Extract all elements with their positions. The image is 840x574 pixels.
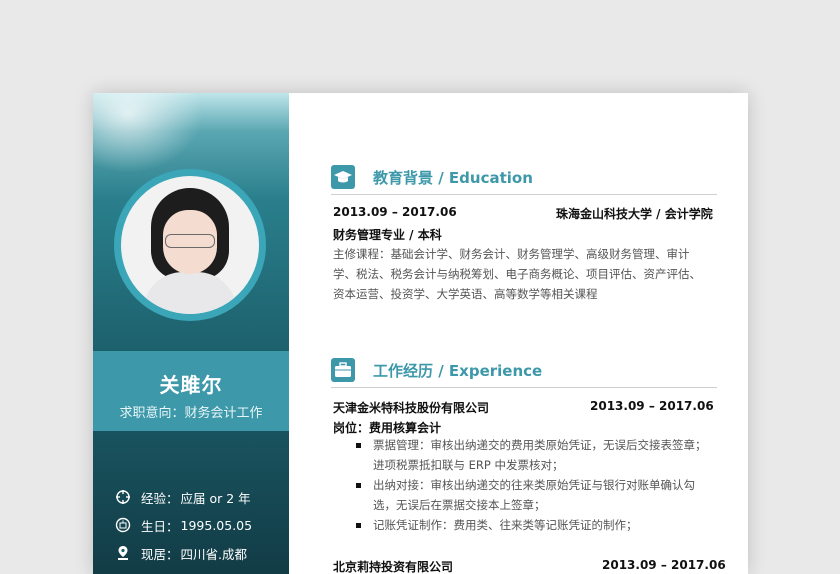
briefcase-icon — [331, 358, 355, 382]
duty-line: 票据管理：审核出纳递交的费用类原始凭证，无误后交接表签章； — [373, 438, 707, 452]
education-school: 珠海金山科技大学 / 会计学院 — [556, 207, 713, 221]
info-value: 应届 or 2 年 — [180, 490, 251, 506]
bullet-icon — [356, 523, 361, 528]
duty-line: 进项税票抵扣联与 ERP 中发票核对； — [373, 458, 564, 472]
company-name: 北京莉持投资有限公司 — [333, 560, 454, 574]
job-objective: 求职意向：财务会计工作 — [119, 406, 263, 421]
crosshair-icon — [116, 490, 130, 504]
candidate-name: 关雎尔 — [159, 373, 223, 397]
info-value: 四川省.成都 — [180, 546, 247, 562]
info-label: 生日： — [141, 518, 179, 534]
resume-page: 关雎尔 求职意向：财务会计工作 经验： 应届 or 2 年 生日： 1995.0… — [93, 93, 748, 574]
bullet-icon — [356, 483, 361, 488]
course-line: 学、税法、税务会计与纳税筹划、电子商务概论、项目评估、资产评估、 — [333, 267, 701, 281]
job-position: 岗位：费用核算会计 — [333, 421, 442, 435]
duty-line: 记账凭证制作：费用类、往来类等记账凭证的制作； — [373, 518, 638, 532]
info-label: 现居： — [141, 546, 179, 562]
info-location: 现居： 四川省.成都 — [115, 544, 247, 562]
experience-title: 工作经历 / Experience — [373, 362, 543, 380]
experience-header: 工作经历 / Experience — [331, 358, 717, 388]
graduation-cap-icon — [331, 165, 355, 189]
job-period: 2013.09 – 2017.06 — [590, 399, 714, 413]
duty-line: 选，无误后在票据交接本上签章； — [373, 498, 546, 512]
course-line: 主修课程：基础会计学、财务会计、财务管理学、高级财务管理、审计 — [333, 247, 690, 261]
job-period: 2013.09 – 2017.06 — [602, 558, 726, 572]
light-glow — [93, 93, 203, 173]
location-pin-icon — [118, 546, 128, 560]
avatar — [121, 176, 259, 314]
info-birthday: 生日： 1995.05.05 — [115, 516, 252, 534]
info-experience: 经验： 应届 or 2 年 — [115, 488, 251, 506]
education-header: 教育背景 / Education — [331, 165, 717, 195]
education-title: 教育背景 / Education — [373, 169, 533, 187]
info-value: 1995.05.05 — [180, 517, 253, 533]
duty-line: 出纳对接：审核出纳递交的往来类原始凭证与银行对账单确认勾 — [373, 478, 695, 492]
company-name: 天津金米特科技股份有限公司 — [333, 401, 490, 415]
birthday-icon — [115, 517, 131, 533]
info-label: 经验： — [141, 490, 179, 506]
resume-sidebar: 关雎尔 求职意向：财务会计工作 经验： 应届 or 2 年 生日： 1995.0… — [93, 93, 289, 574]
bullet-icon — [356, 443, 361, 448]
education-period: 2013.09 – 2017.06 — [333, 205, 457, 219]
education-major: 财务管理专业 / 本科 — [333, 228, 442, 242]
course-line: 资本运营、投资学、大学英语、高等数学等相关课程 — [333, 287, 598, 301]
